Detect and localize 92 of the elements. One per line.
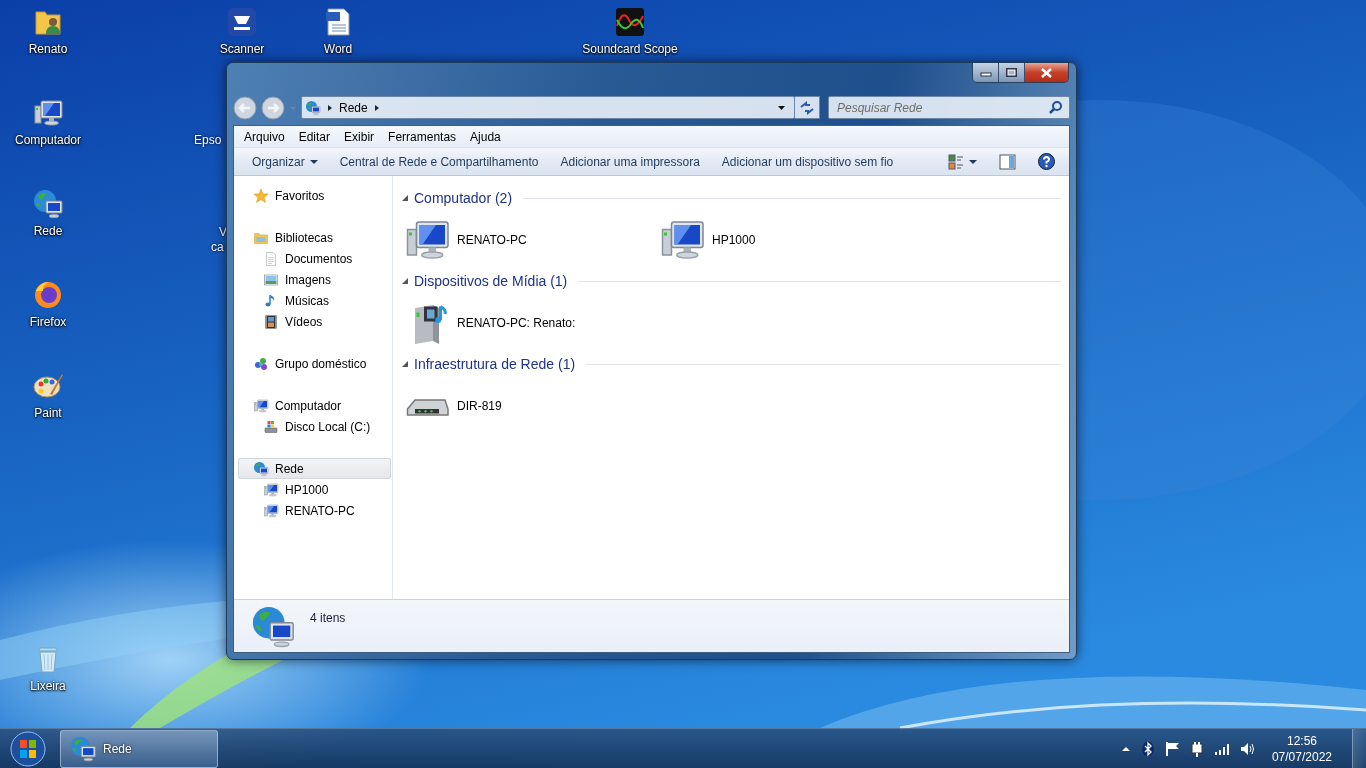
show-hidden-icons-button[interactable] bbox=[1120, 744, 1131, 753]
icon-label[interactable]: Firefox bbox=[29, 315, 67, 330]
nav-item[interactable]: Músicas bbox=[238, 290, 391, 311]
computer-icon bbox=[263, 481, 279, 498]
clock-date[interactable]: 07/07/2022 bbox=[1271, 748, 1332, 765]
menu-item[interactable]: Arquivo bbox=[237, 125, 292, 148]
document-icon bbox=[263, 250, 279, 267]
nav-item[interactable]: Documentos bbox=[238, 248, 391, 269]
computer-icon bbox=[263, 502, 279, 519]
breadcrumb-arrow-icon[interactable] bbox=[373, 103, 380, 112]
globe-computer-icon[interactable] bbox=[69, 734, 97, 763]
forward-button[interactable] bbox=[261, 95, 285, 120]
nav-item[interactable]: HP1000 bbox=[238, 479, 391, 500]
icon-label[interactable]: ca bbox=[211, 240, 224, 255]
toolbar-button[interactable]: Organizar bbox=[244, 150, 326, 173]
search-field[interactable]: Pesquisar Rede bbox=[828, 96, 1070, 119]
scanner-icon[interactable] bbox=[226, 6, 258, 38]
globe-computer-icon bbox=[253, 460, 269, 477]
nav-item[interactable]: Grupo doméstico bbox=[238, 353, 391, 374]
bluetooth-icon[interactable] bbox=[1140, 740, 1155, 757]
toolbar-button[interactable]: Adicionar um dispositivo sem fio bbox=[713, 150, 902, 173]
refresh-icon[interactable] bbox=[799, 99, 815, 116]
menu-item[interactable]: Editar bbox=[291, 125, 338, 148]
icon-label[interactable]: V bbox=[219, 225, 227, 240]
view-list-icon[interactable] bbox=[948, 153, 964, 170]
dropdown-caret-icon[interactable] bbox=[777, 103, 786, 112]
address-bar[interactable]: Rede bbox=[301, 96, 795, 119]
icon-label[interactable]: Computador bbox=[14, 133, 81, 148]
close-icon[interactable] bbox=[1040, 67, 1053, 78]
pane-icon[interactable] bbox=[999, 153, 1016, 170]
caret-icon[interactable] bbox=[969, 158, 977, 165]
device-label[interactable]: HP1000 bbox=[712, 230, 756, 249]
breadcrumb[interactable]: Rede bbox=[333, 98, 374, 117]
maximize-button[interactable] bbox=[999, 63, 1025, 82]
menu-item[interactable]: Ajuda bbox=[463, 125, 508, 148]
toolbar-button[interactable]: Adicionar uma impressora bbox=[552, 150, 708, 173]
signal-icon[interactable] bbox=[1213, 741, 1230, 756]
group-header[interactable]: Infraestrutura de Rede (1) bbox=[414, 353, 576, 375]
menu-item[interactable]: Exibir bbox=[337, 125, 382, 148]
waveform-icon[interactable] bbox=[614, 6, 646, 38]
computer-icon bbox=[253, 397, 269, 414]
maximize-icon[interactable] bbox=[1006, 68, 1017, 77]
computer-icon[interactable] bbox=[32, 97, 64, 129]
nav-item[interactable]: Imagens bbox=[238, 269, 391, 290]
caret-icon[interactable] bbox=[309, 158, 318, 165]
back-button[interactable] bbox=[233, 95, 257, 120]
icon-label[interactable]: Rede bbox=[33, 224, 63, 239]
show-desktop-button[interactable] bbox=[1352, 728, 1366, 768]
help-icon[interactable] bbox=[1038, 153, 1055, 170]
globe-computer-icon bbox=[305, 99, 321, 116]
icon-label[interactable]: Epso bbox=[194, 133, 222, 148]
image-icon bbox=[263, 271, 279, 288]
icon-label[interactable]: Soundcard Scope bbox=[582, 42, 678, 57]
nav-item[interactable]: Computador bbox=[238, 395, 391, 416]
item-count: 4 itens bbox=[310, 610, 346, 627]
nav-item[interactable]: Vídeos bbox=[238, 311, 391, 332]
nav-item[interactable]: Favoritos bbox=[238, 185, 391, 206]
globe-computer-icon[interactable] bbox=[32, 188, 64, 220]
icon-label[interactable]: Paint bbox=[34, 406, 62, 421]
film-icon bbox=[263, 313, 279, 330]
icon-label[interactable]: Scanner bbox=[219, 42, 265, 57]
nav-item[interactable]: Bibliotecas bbox=[238, 227, 391, 248]
breadcrumb-arrow-icon[interactable] bbox=[327, 103, 333, 112]
toolbar-button[interactable]: Central de Rede e Compartilhamento bbox=[331, 150, 547, 173]
clock-time[interactable]: 12:56 bbox=[1286, 732, 1317, 749]
drive-icon bbox=[263, 418, 279, 435]
taskbar-button[interactable]: Rede bbox=[60, 729, 218, 768]
nav-item[interactable]: Disco Local (C:) bbox=[238, 416, 391, 437]
start-button[interactable] bbox=[8, 728, 48, 768]
star-icon bbox=[253, 187, 269, 204]
flag-icon[interactable] bbox=[1164, 740, 1180, 757]
close-button[interactable] bbox=[1025, 63, 1068, 82]
search-input[interactable]: Pesquisar Rede bbox=[829, 98, 1048, 117]
nav-item[interactable]: Rede bbox=[238, 458, 391, 479]
collapse-arrow-icon[interactable] bbox=[401, 277, 409, 285]
group-header[interactable]: Dispositivos de Mídia (1) bbox=[414, 270, 568, 292]
minimize-button[interactable] bbox=[973, 63, 999, 82]
device-label[interactable]: RENATO-PC: Renato: bbox=[457, 313, 576, 332]
browser-icon[interactable] bbox=[32, 279, 64, 311]
homegroup-icon bbox=[253, 355, 269, 372]
icon-label[interactable]: Word bbox=[323, 42, 353, 57]
icon-label[interactable]: Renato bbox=[28, 42, 68, 57]
power-plug-icon[interactable] bbox=[1189, 740, 1204, 757]
menu-item[interactable]: Ferramentas bbox=[381, 125, 464, 148]
search-icon[interactable] bbox=[1048, 100, 1063, 115]
device-label[interactable]: RENATO-PC bbox=[457, 230, 527, 249]
nav-item[interactable]: RENATO-PC bbox=[238, 500, 391, 521]
refresh-button[interactable] bbox=[795, 96, 820, 119]
device-label[interactable]: DIR-819 bbox=[457, 396, 502, 415]
collapse-arrow-icon[interactable] bbox=[401, 360, 409, 368]
group-header[interactable]: Computador (2) bbox=[414, 187, 513, 209]
collapse-arrow-icon[interactable] bbox=[401, 194, 409, 202]
